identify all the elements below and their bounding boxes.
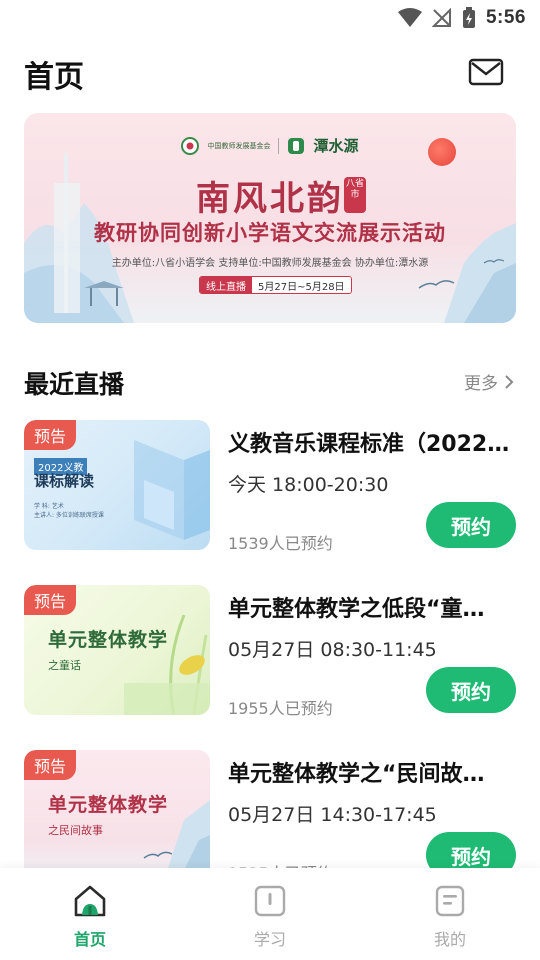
nav-item-profile[interactable]: 我的 xyxy=(360,868,540,960)
nav-item-home[interactable]: 首页 xyxy=(0,868,180,960)
thumbnail-details: 学 科: 艺术 主讲人: 多位训练联席授课 xyxy=(34,502,104,520)
preview-badge: 预告 xyxy=(24,750,77,780)
banner-seal: 八省市 xyxy=(344,177,366,213)
banner-org-name: 中国教师发展基金会 xyxy=(207,141,271,150)
reservation-count: 1539人已预约 xyxy=(228,534,333,553)
battery-charging-icon xyxy=(462,7,475,28)
live-title[interactable]: 义教音乐课程标准（2022… xyxy=(228,426,516,458)
live-title[interactable]: 单元整体教学之低段“童… xyxy=(228,591,516,623)
no-signal-icon xyxy=(431,8,451,27)
thumbnail-detail-line: 主讲人: 多位训练联席授课 xyxy=(34,512,104,519)
thumbnail-subtitle: 之民间故事 xyxy=(48,824,103,837)
live-time: 05月27日 14:30-17:45 xyxy=(228,804,437,826)
status-bar: 5:56 xyxy=(0,0,540,36)
banner-live-tag: 线上直播 xyxy=(200,277,252,293)
live-list-item[interactable]: 预告 2022义教 课标解读 学 科: 艺术 主讲人: 多位训练联席授课 义教音… xyxy=(24,420,516,553)
home-icon xyxy=(74,885,106,917)
banner-logos: 中国教师发展基金会 潭水源 xyxy=(24,135,516,156)
live-thumbnail[interactable]: 预告 单元整体教学 之民间故事 xyxy=(24,750,210,880)
preview-badge: 预告 xyxy=(24,420,77,450)
banner-organizers: 主办单位:八省小语学会 支持单位:中国教师发展基金会 协办单位:潭水源 xyxy=(111,258,429,269)
foundation-logo-icon xyxy=(181,136,200,155)
banner-live-info: 线上直播 5月27日~5月28日 xyxy=(199,276,352,294)
nav-label-home: 首页 xyxy=(73,930,106,949)
thumbnail-title: 单元整体教学 xyxy=(48,794,169,816)
live-thumbnail[interactable]: 预告 2022义教 课标解读 学 科: 艺术 主讲人: 多位训练联席授课 xyxy=(24,420,210,550)
mail-button[interactable] xyxy=(468,58,504,86)
chevron-right-icon xyxy=(505,374,514,389)
reserve-button[interactable]: 预约 xyxy=(426,502,516,548)
profile-icon xyxy=(435,885,465,917)
thumbnail-detail-line: 学 科: 艺术 xyxy=(34,503,64,510)
more-label: 更多 xyxy=(464,374,498,394)
brand-logo-icon xyxy=(288,137,305,154)
promo-banner[interactable]: 中国教师发展基金会 潭水源 南风北韵 八省市 教研协同创新小学语文交流展示活动 … xyxy=(24,113,516,323)
bottom-nav: 首页 学习 我的 xyxy=(0,868,540,960)
more-link[interactable]: 更多 xyxy=(464,369,514,394)
banner-live-dates: 5月27日~5月28日 xyxy=(252,277,351,293)
section-title-recent-live: 最近直播 xyxy=(24,370,125,399)
live-time: 今天 18:00-20:30 xyxy=(228,474,389,496)
wifi-icon xyxy=(397,8,422,27)
banner-title: 南风北韵 xyxy=(196,179,344,219)
nav-label-study: 学习 xyxy=(253,930,286,949)
study-icon xyxy=(254,885,286,917)
reservation-count: 1955人已预约 xyxy=(228,699,333,718)
nav-item-study[interactable]: 学习 xyxy=(180,868,360,960)
banner-separator xyxy=(278,137,280,154)
live-title[interactable]: 单元整体教学之“民间故… xyxy=(228,756,516,788)
preview-badge: 预告 xyxy=(24,585,77,615)
banner-brand: 潭水源 xyxy=(313,137,359,155)
status-time: 5:56 xyxy=(485,7,526,28)
nav-label-profile: 我的 xyxy=(433,930,466,949)
live-list-item[interactable]: 预告 单元整体教学 之童话 单元整体教学之低段“童… 05月27日 08:30-… xyxy=(24,585,516,718)
thumbnail-title: 单元整体教学 xyxy=(48,629,169,651)
status-icons: 5:56 xyxy=(397,6,526,30)
banner-subtitle: 教研协同创新小学语文交流展示活动 xyxy=(94,220,446,245)
thumbnail-title: 课标解读 xyxy=(34,472,95,490)
thumbnail-subtitle: 之童话 xyxy=(48,659,81,672)
page-title: 首页 xyxy=(24,60,84,95)
live-list-item[interactable]: 预告 单元整体教学 之民间故事 单元整体教学之“民间故… 05月27日 14:3… xyxy=(24,750,516,883)
live-thumbnail[interactable]: 预告 单元整体教学 之童话 xyxy=(24,585,210,715)
live-time: 05月27日 08:30-11:45 xyxy=(228,639,437,661)
reserve-button[interactable]: 预约 xyxy=(426,667,516,713)
mail-icon xyxy=(468,58,504,86)
